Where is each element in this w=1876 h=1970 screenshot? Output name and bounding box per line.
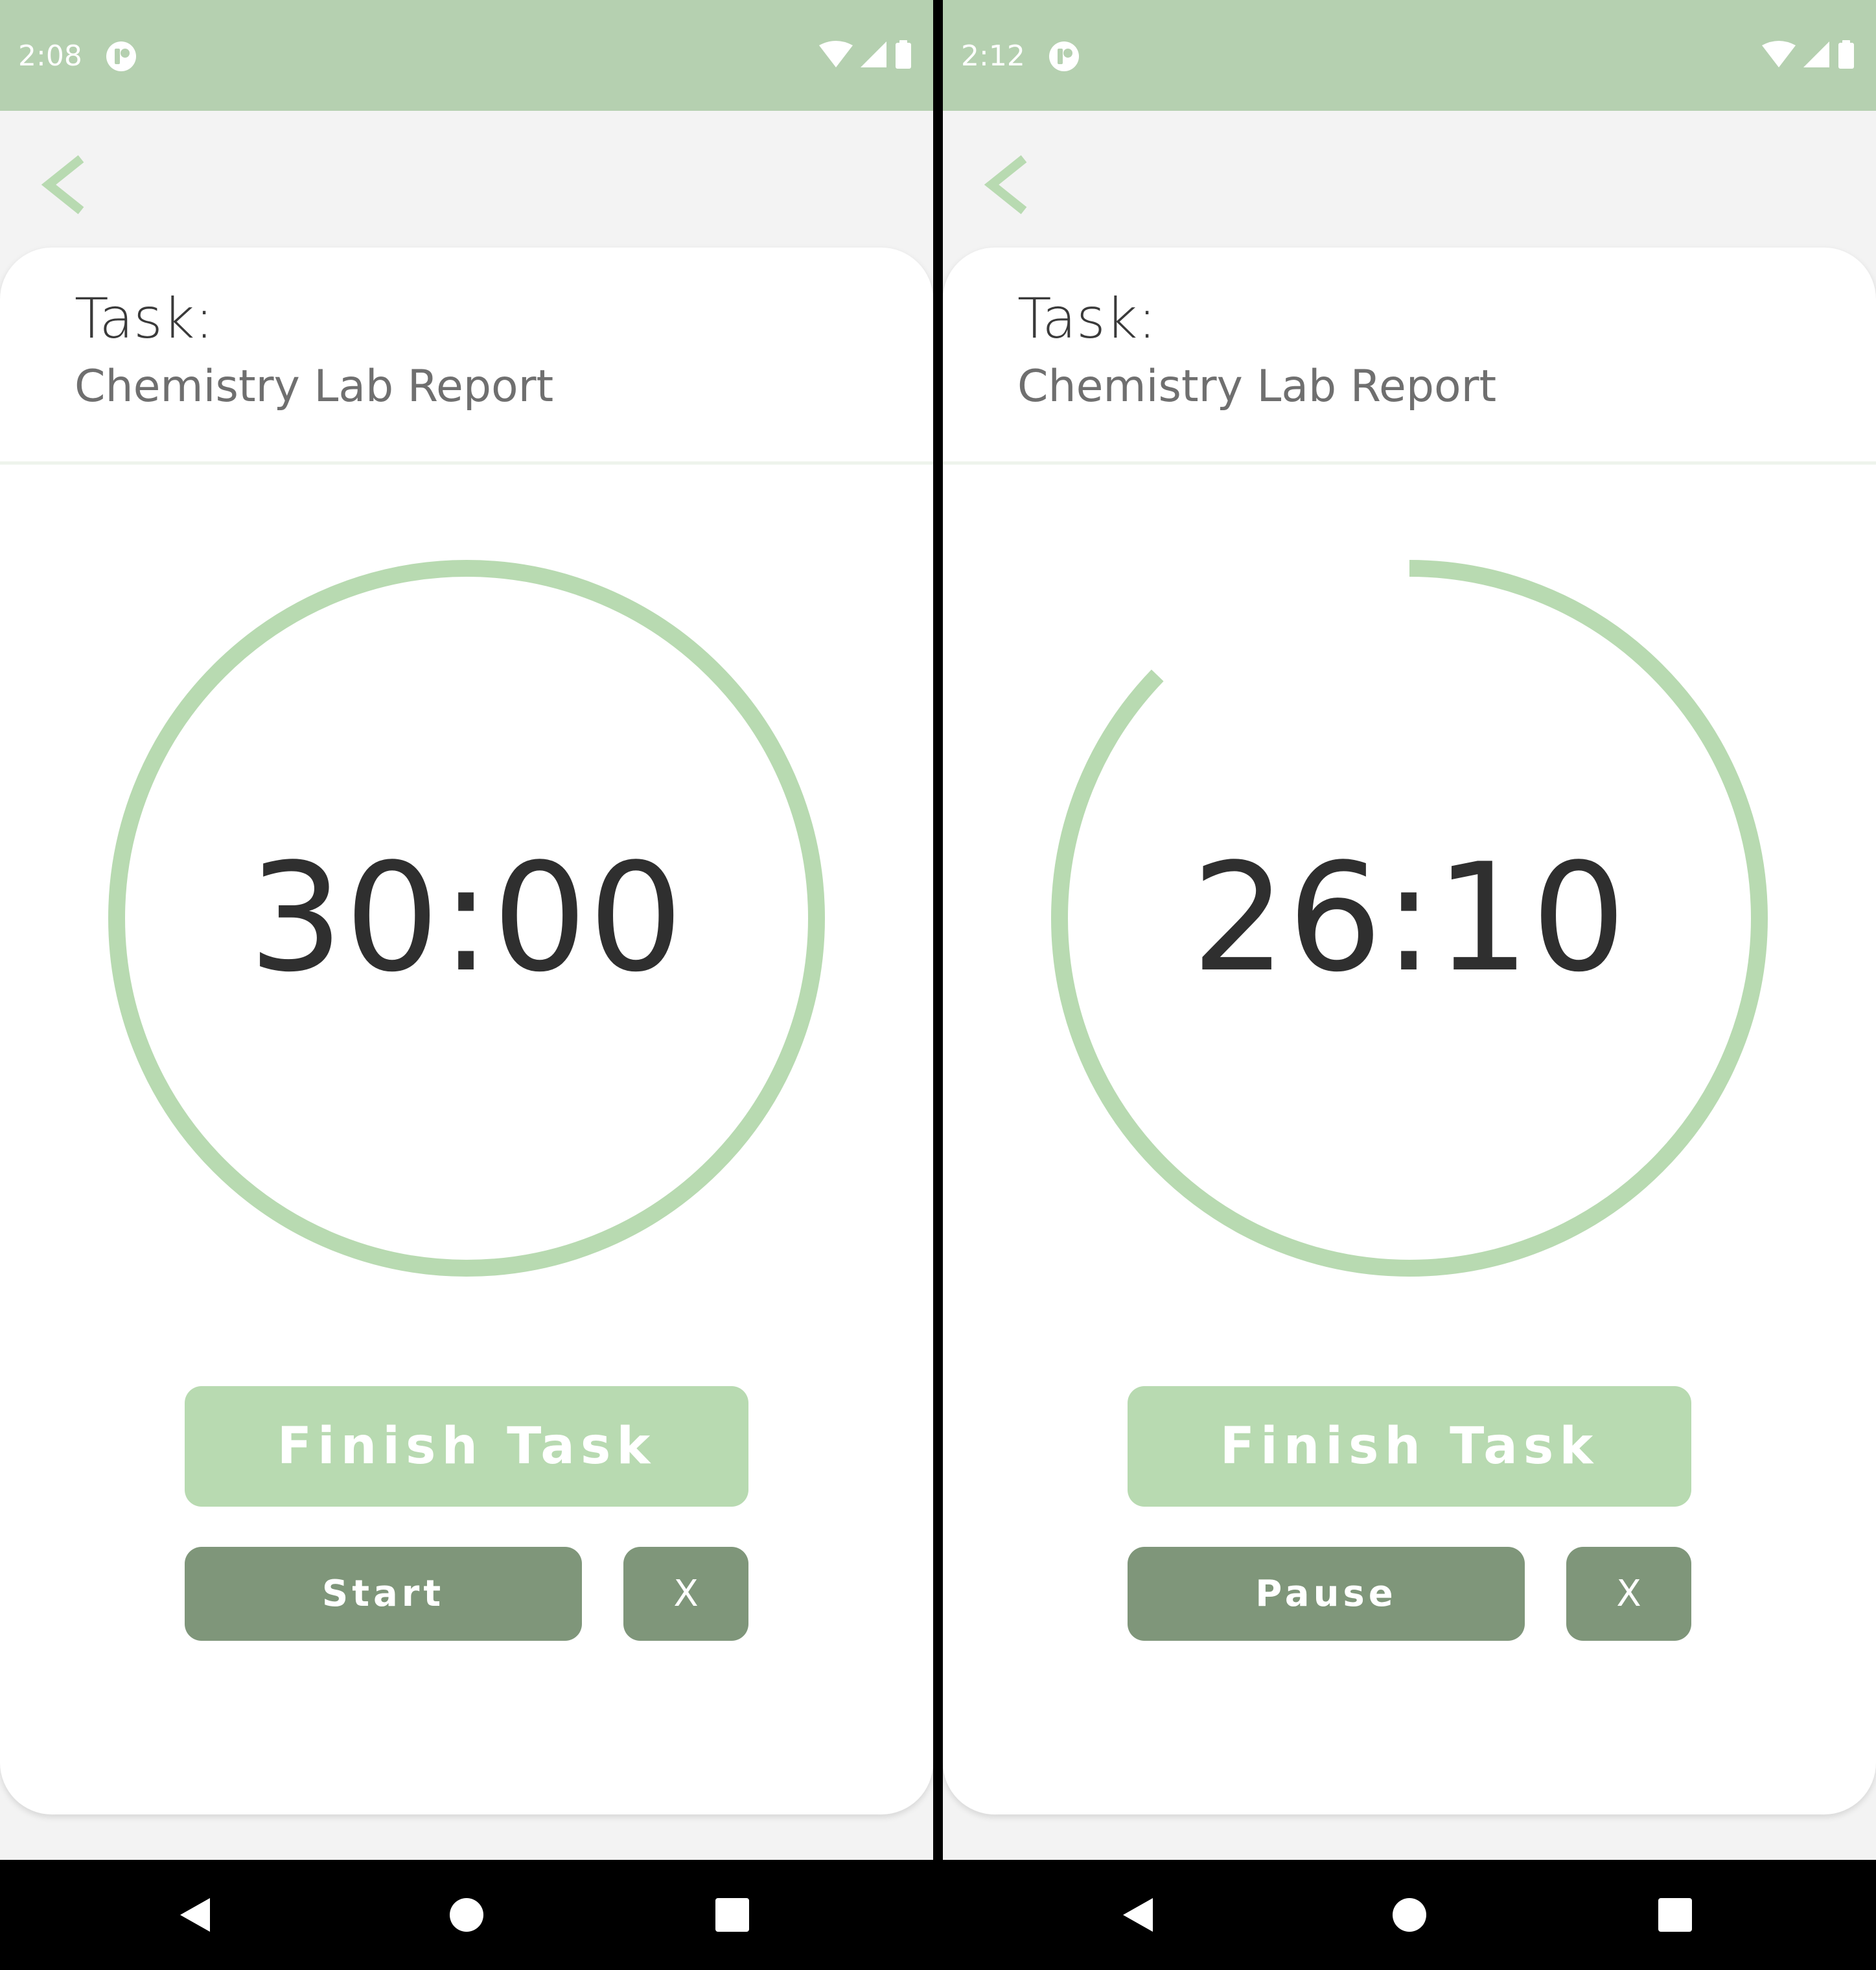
timer-display: 26:10: [1191, 831, 1628, 1005]
wifi-icon: [819, 41, 853, 67]
nav-back-icon[interactable]: [1119, 1895, 1158, 1934]
nav-home-icon[interactable]: [447, 1895, 486, 1934]
divider: [943, 461, 1876, 465]
navigation-bar: [0, 1860, 1876, 1970]
cancel-button[interactable]: X: [1566, 1547, 1691, 1641]
nav-recents-icon[interactable]: [1657, 1897, 1693, 1933]
task-label: Task:: [75, 286, 214, 351]
chevron-left-icon: [984, 155, 1027, 214]
task-name: Chemistry Lab Report: [75, 361, 554, 412]
start-button[interactable]: Start: [185, 1547, 582, 1641]
timer-screen-running: 2:12 Task: Chemistry Lab Report 26:10 Fi…: [943, 0, 1876, 1860]
pause-button[interactable]: Pause: [1128, 1547, 1525, 1641]
wifi-icon: [1762, 41, 1796, 67]
nav-recents-icon[interactable]: [714, 1897, 750, 1933]
cell-signal-icon: [1803, 41, 1829, 67]
status-time: 2:08: [18, 40, 82, 73]
back-button[interactable]: [36, 149, 94, 220]
battery-icon: [896, 40, 911, 69]
task-name: Chemistry Lab Report: [1017, 361, 1497, 412]
app-notification-icon: [106, 41, 136, 71]
task-card: Task: Chemistry Lab Report 26:10 Finish …: [943, 248, 1876, 1814]
status-time: 2:12: [961, 40, 1025, 73]
finish-task-button[interactable]: Finish Task: [1128, 1386, 1691, 1507]
chevron-left-icon: [41, 155, 84, 214]
task-label: Task:: [1017, 286, 1157, 351]
finish-task-button[interactable]: Finish Task: [185, 1386, 748, 1507]
timer-display: 30:00: [248, 831, 685, 1005]
battery-icon: [1838, 40, 1854, 69]
status-bar: 2:12: [943, 0, 1876, 111]
app-notification-icon: [1049, 41, 1079, 71]
status-icons: [819, 40, 911, 69]
task-card: Task: Chemistry Lab Report 30:00 Finish …: [0, 248, 933, 1814]
timer-screen-idle: 2:08 Task: Chemistry Lab Report 30:00 Fi…: [0, 0, 933, 1860]
nav-home-icon[interactable]: [1390, 1895, 1429, 1934]
nav-back-icon[interactable]: [176, 1895, 215, 1934]
status-icons: [1762, 40, 1854, 69]
cell-signal-icon: [861, 41, 886, 67]
divider: [0, 461, 933, 465]
cancel-button[interactable]: X: [623, 1547, 748, 1641]
back-button[interactable]: [979, 149, 1037, 220]
status-bar: 2:08: [0, 0, 933, 111]
